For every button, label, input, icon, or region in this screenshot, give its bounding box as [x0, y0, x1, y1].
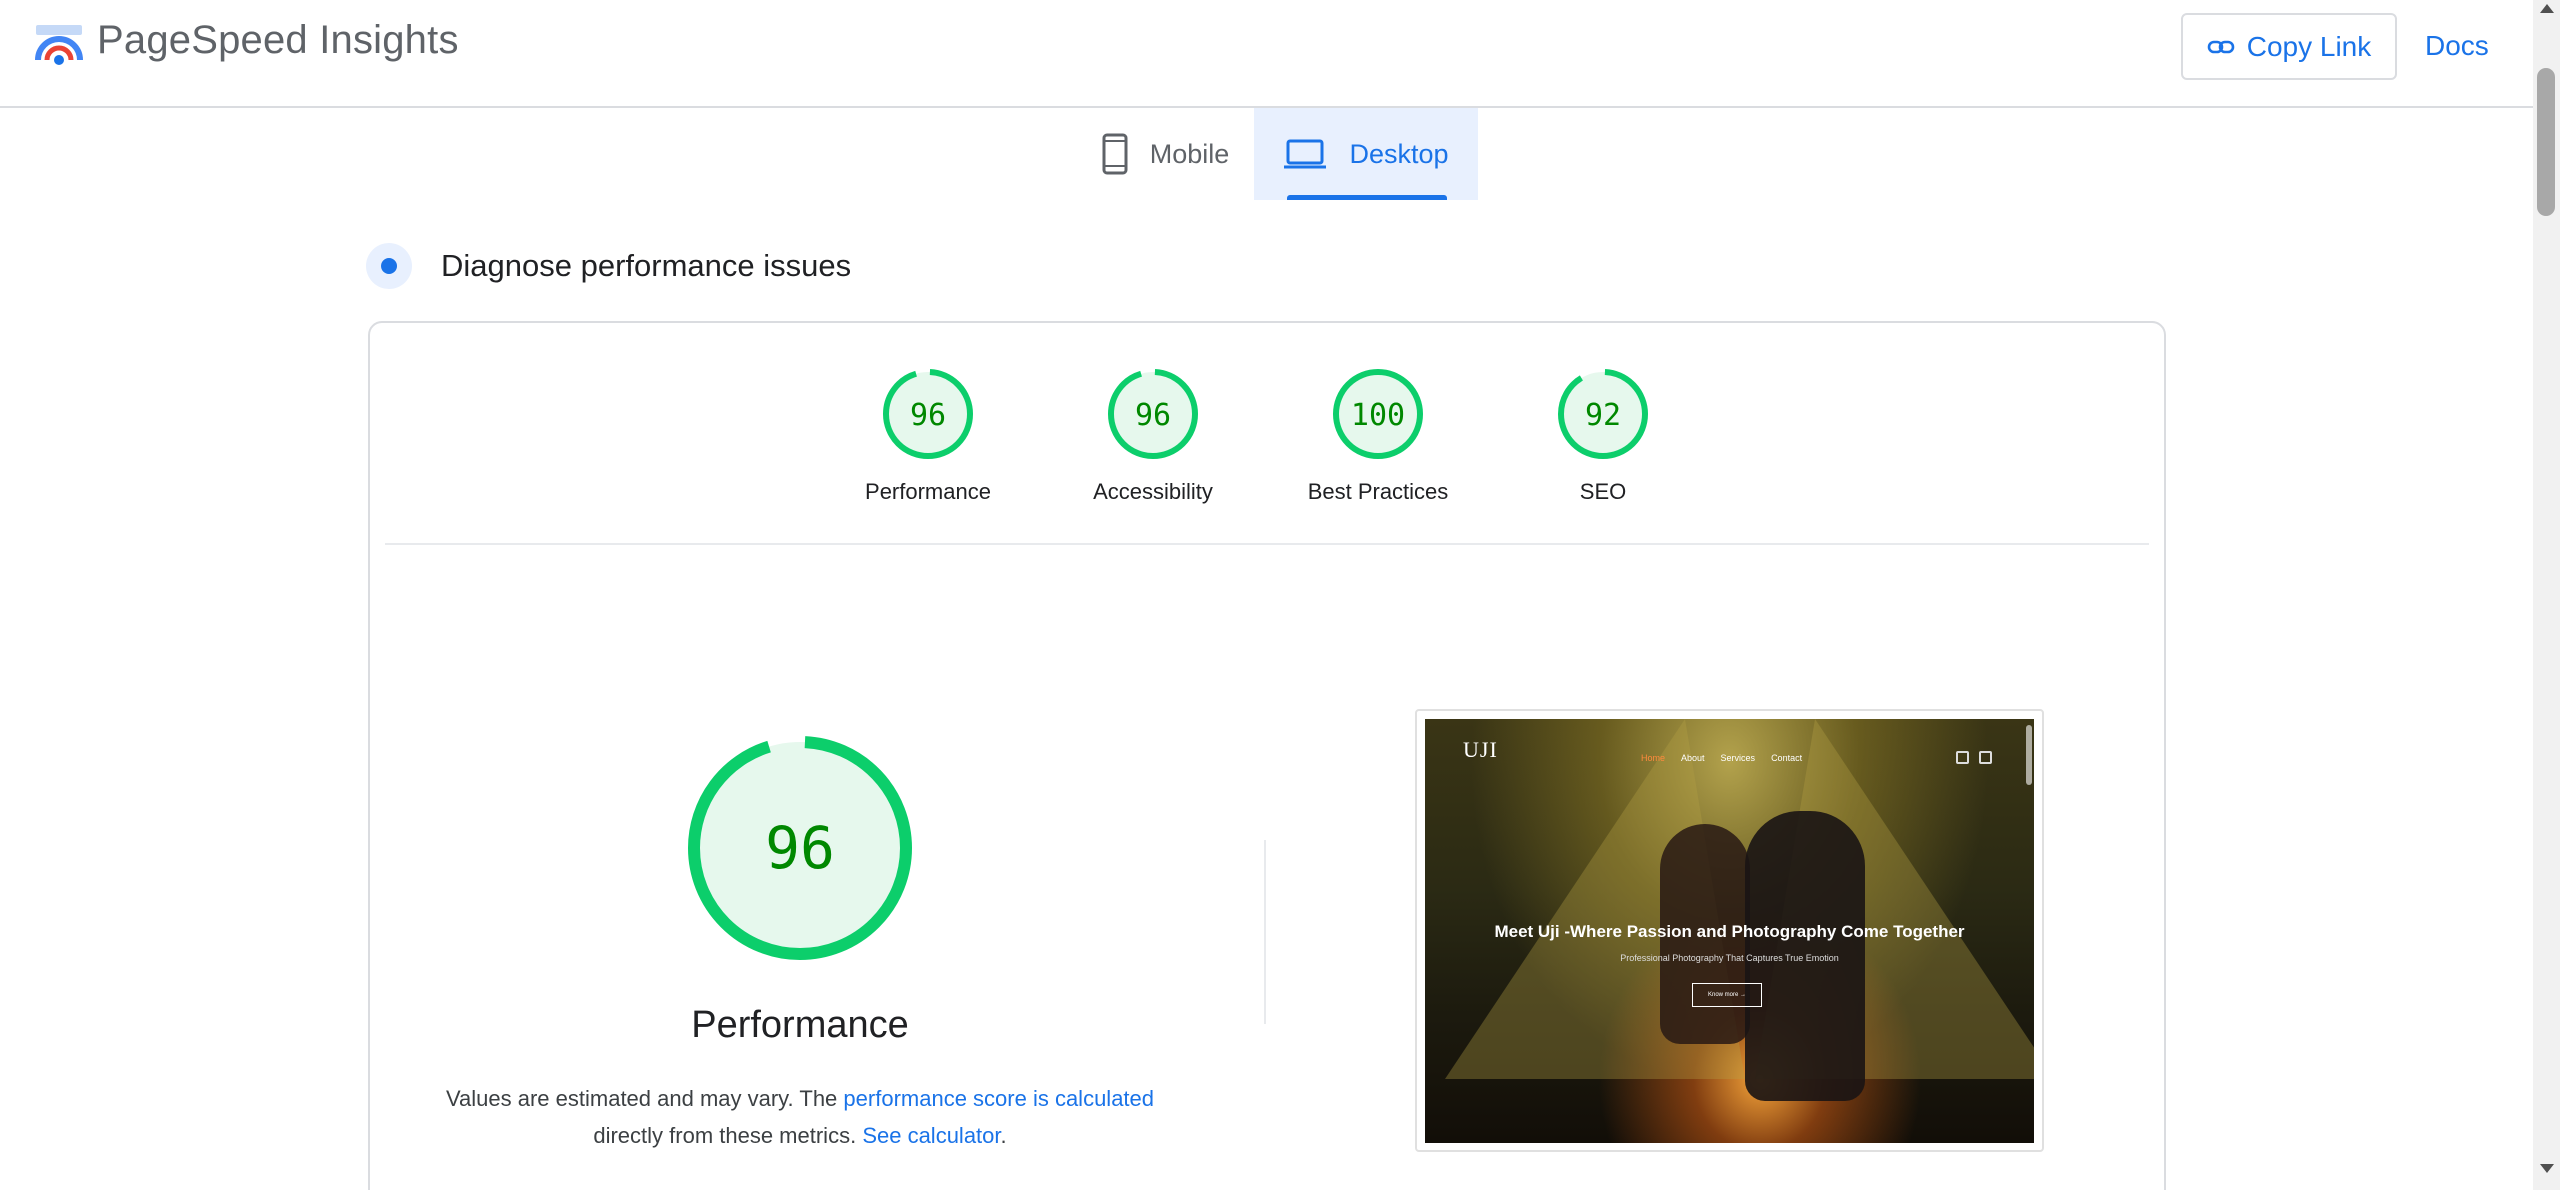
gauge-score: 96 — [1135, 398, 1171, 433]
gauge-ring: 100 — [1333, 369, 1423, 459]
tab-mobile-label: Mobile — [1149, 138, 1230, 169]
site-cta-button: Know more → — [1692, 983, 1762, 1007]
note-period: . — [1000, 1123, 1007, 1148]
site-nav-item: Contact — [1771, 753, 1803, 763]
section-title: Diagnose performance issues — [441, 248, 852, 283]
site-scrollbar — [2026, 725, 2032, 785]
performance-note: Values are estimated and may vary. The p… — [420, 1080, 1180, 1154]
pagespeed-logo-icon[interactable] — [34, 22, 84, 70]
facebook-icon — [1956, 751, 1969, 764]
gauge-ring: 92 — [1558, 369, 1648, 459]
summary-gauge-accessibility[interactable]: 96 Accessibility — [1063, 367, 1243, 505]
gauge-label: SEO — [1579, 479, 1627, 504]
docs-link[interactable]: Docs — [2425, 30, 2489, 62]
diagnose-icon — [366, 243, 412, 289]
app-header: PageSpeed Insights Copy Link Docs — [0, 0, 2533, 108]
gauge-label: Performance — [865, 479, 991, 504]
active-tab-indicator — [1287, 195, 1447, 200]
gauge-score: 100 — [1351, 398, 1405, 433]
vertical-divider — [1264, 840, 1266, 1024]
site-social-icons — [1956, 751, 1992, 764]
score-calculated-link[interactable]: performance score is calculated — [843, 1086, 1154, 1111]
site-nav-item: Services — [1720, 753, 1756, 763]
laptop-icon — [1284, 139, 1327, 169]
copy-link-button[interactable]: Copy Link — [2181, 13, 2397, 80]
see-calculator-link[interactable]: See calculator — [862, 1123, 1000, 1148]
phone-icon — [1102, 133, 1128, 175]
site-nav: Home About Services Contact — [1641, 753, 1802, 763]
site-logo: UJI — [1463, 737, 1498, 762]
page-screenshot-frame: UJI Home About Services Contact Meet Uji… — [1415, 709, 2044, 1152]
performance-score: 96 — [765, 814, 835, 882]
summary-gauge-seo[interactable]: 92 SEO — [1513, 367, 1693, 505]
summary-gauge-performance[interactable]: 96 Performance — [838, 367, 1018, 505]
summary-gauge-best-practices[interactable]: 100 Best Practices — [1288, 367, 1468, 505]
copy-link-label: Copy Link — [2246, 30, 2372, 62]
gauge-label: Best Practices — [1307, 479, 1449, 504]
performance-title: Performance — [691, 1004, 909, 1046]
gauge-ring: 96 — [1108, 369, 1198, 459]
site-subheadline: Professional Photography That Captures T… — [1620, 953, 1839, 963]
site-headline: Meet Uji -Where Passion and Photography … — [1494, 922, 1965, 941]
link-icon — [2207, 40, 2235, 53]
gauge-label: Accessibility — [1093, 479, 1213, 504]
app-title: PageSpeed Insights — [97, 18, 459, 62]
summary-divider — [385, 543, 2149, 545]
performance-gauge: 96 — [688, 736, 912, 960]
gauge-ring: 96 — [883, 369, 973, 459]
tab-mobile[interactable]: Mobile — [1077, 108, 1254, 200]
note-text: Values are estimated and may vary. The — [445, 1086, 838, 1111]
scrollbar-thumb[interactable] — [2537, 68, 2555, 216]
scroll-down-arrow-icon[interactable] — [2540, 1164, 2554, 1173]
scroll-up-arrow-icon[interactable] — [2540, 4, 2554, 13]
note-text-2: directly from these metrics. — [593, 1123, 857, 1148]
gauge-score: 92 — [1585, 398, 1621, 433]
tab-desktop-label: Desktop — [1349, 138, 1449, 169]
gauge-score: 96 — [910, 398, 946, 433]
tab-desktop[interactable]: Desktop — [1254, 108, 1478, 200]
site-nav-item: Home — [1641, 753, 1666, 763]
page-screenshot: UJI Home About Services Contact Meet Uji… — [1425, 719, 2034, 1143]
site-nav-item: About — [1681, 753, 1705, 763]
instagram-icon — [1979, 751, 1992, 764]
